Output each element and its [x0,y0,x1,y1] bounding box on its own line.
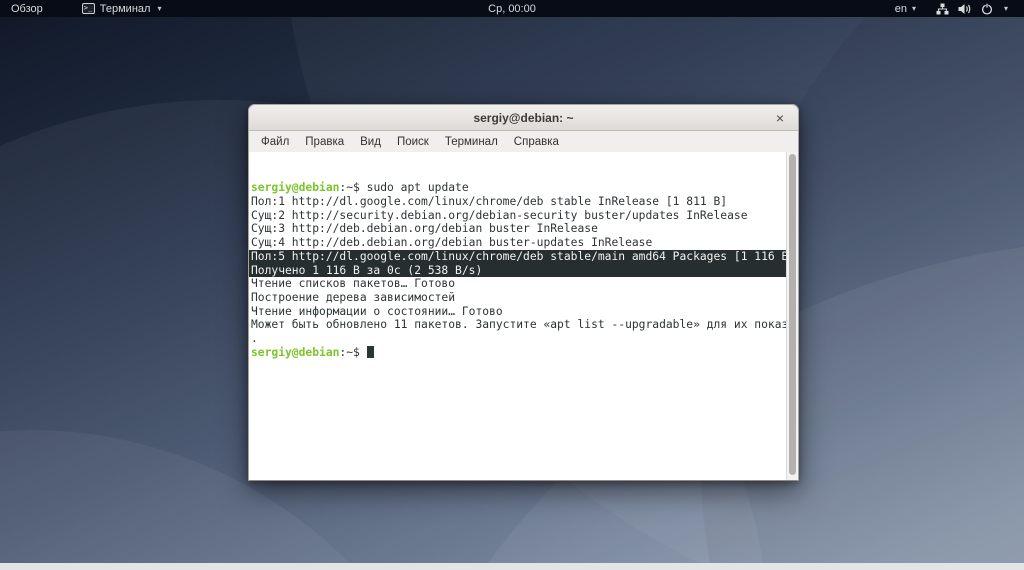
terminal-line: Сущ:3 http://deb.debian.org/debian buste… [251,222,785,236]
system-status-menu[interactable]: ▾ [928,0,1016,17]
terminal-text: Чтение информации о состоянии… Готово [251,305,503,318]
menu-item-4[interactable]: Поиск [389,136,437,148]
keyboard-layout-button[interactable]: en ▾ [887,0,924,17]
terminal-scrollbar[interactable] [786,152,798,480]
terminal-output: sergiy@debian:~$ sudo apt updateПол:1 ht… [251,181,785,359]
volume-icon [958,3,972,15]
menu-item-1[interactable]: Файл [253,136,297,148]
terminal-text: Сущ:4 http://deb.debian.org/debian buste… [251,236,652,249]
terminal-text: :~$ [339,181,366,194]
terminal-text: Пол:5 http://dl.google.com/linux/chrome/… [251,250,795,263]
terminal-text: Пол:1 http://dl.google.com/linux/chrome/… [251,195,727,208]
keyboard-layout-label: en [895,3,907,15]
menu-item-3[interactable]: Вид [352,136,389,148]
terminal-text: . [251,332,258,345]
menu-item-2[interactable]: Правка [297,136,352,148]
gnome-top-bar: Обзор >_ Терминал ▾ Ср, 00:00 en ▾ [0,0,1024,17]
terminal-text: Получено 1 116 В за 0с (2 538 B/s) [251,264,482,277]
terminal-line-selected: Получено 1 116 В за 0с (2 538 B/s) [249,264,798,278]
terminal-text: Построение дерева зависимостей [251,291,455,304]
terminal-line: Сущ:4 http://deb.debian.org/debian buste… [251,236,785,250]
network-wired-icon [936,3,949,15]
terminal-line: . [251,332,785,346]
terminal-app-icon: >_ [82,3,95,14]
clock-button[interactable]: Ср, 00:00 [488,3,536,15]
terminal-line: sergiy@debian:~$ sudo apt update [251,181,785,195]
activities-label: Обзор [11,3,43,15]
window-titlebar[interactable]: sergiy@debian: ~ × [248,104,799,131]
chevron-down-icon: ▾ [157,4,161,13]
terminal-line: Может быть обновлено 11 пакетов. Запусти… [251,318,785,332]
terminal-text: Чтение списков пакетов… Готово [251,277,455,290]
activities-button[interactable]: Обзор [0,0,54,17]
terminal-line: Чтение информации о состоянии… Готово [251,305,785,319]
desktop: Обзор >_ Терминал ▾ Ср, 00:00 en ▾ [0,0,1024,570]
menu-item-6[interactable]: Справка [506,136,567,148]
chevron-down-icon: ▾ [912,4,916,13]
close-button[interactable]: × [772,105,788,130]
window-title: sergiy@debian: ~ [473,111,573,125]
terminal-content[interactable]: sergiy@debian:~$ sudo apt updateПол:1 ht… [248,152,799,481]
terminal-line: sergiy@debian:~$ [251,346,785,360]
terminal-text: sergiy@debian [251,346,339,359]
terminal-line: Чтение списков пакетов… Готово [251,277,785,291]
terminal-line: Сущ:2 http://security.debian.org/debian-… [251,209,785,223]
terminal-text: Сущ:3 http://deb.debian.org/debian buste… [251,222,598,235]
top-bar-right: en ▾ ▾ [887,0,1024,17]
menu-item-5[interactable]: Терминал [437,136,506,148]
terminal-cursor [367,346,374,358]
top-bar-left: Обзор >_ Терминал ▾ [0,0,171,17]
terminal-text: sudo apt update [367,181,469,194]
terminal-line-selected: Пол:5 http://dl.google.com/linux/chrome/… [249,250,798,264]
terminal-line: Построение дерева зависимостей [251,291,785,305]
terminal-text: Может быть обновлено 11 пакетов. Запусти… [251,318,795,331]
terminal-text: :~$ [339,346,366,359]
app-menu-button[interactable]: >_ Терминал ▾ [72,0,172,17]
terminal-window: sergiy@debian: ~ × ФайлПравкаВидПоискТер… [248,104,799,481]
menu-bar: ФайлПравкаВидПоискТерминалСправка [248,131,799,152]
chevron-down-icon: ▾ [1004,4,1008,13]
scrollbar-thumb[interactable] [789,154,796,475]
terminal-line: Пол:1 http://dl.google.com/linux/chrome/… [251,195,785,209]
power-icon [981,3,993,15]
wallpaper-bottom-strip [0,563,1024,570]
app-menu-label: Терминал [100,3,151,15]
terminal-text: sergiy@debian [251,181,339,194]
terminal-text: Сущ:2 http://security.debian.org/debian-… [251,209,748,222]
